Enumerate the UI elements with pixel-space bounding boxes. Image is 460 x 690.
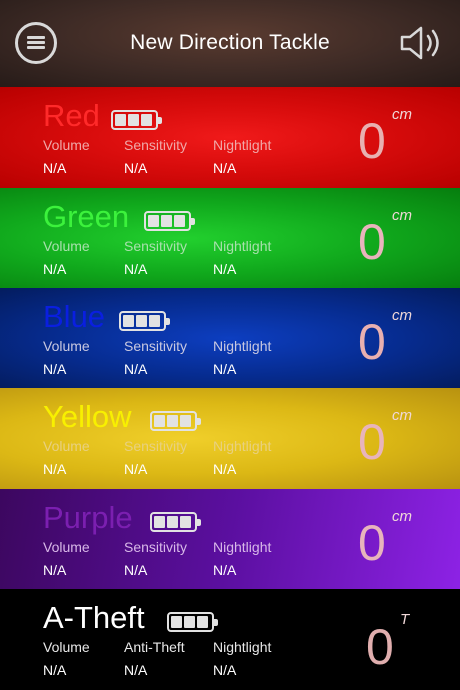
sensitivity-value: N/A: [124, 461, 148, 477]
sensitivity-label: Sensitivity: [124, 539, 188, 555]
nightlight-value: N/A: [213, 261, 237, 277]
channel-name: A-Theft: [43, 600, 145, 635]
page-title: New Direction Tackle: [130, 31, 330, 54]
distance-reading: 0: [358, 113, 386, 169]
sensitivity-value: N/A: [124, 562, 148, 578]
distance-unit: cm: [392, 207, 412, 224]
theft-reading: 0: [366, 619, 394, 675]
volume-label: Volume: [43, 338, 90, 354]
channel-name: Green: [43, 199, 130, 234]
battery-icon: [119, 311, 170, 331]
sensitivity-label: Sensitivity: [124, 338, 188, 354]
distance-unit: cm: [392, 307, 412, 324]
sensitivity-value: N/A: [124, 261, 148, 277]
volume-value: N/A: [43, 261, 67, 277]
nightlight-value: N/A: [213, 361, 237, 377]
channel-name: Blue: [43, 299, 106, 334]
app-header: New Direction Tackle: [0, 0, 460, 87]
channel-name: Yellow: [43, 399, 132, 434]
nightlight-label: Nightlight: [213, 137, 272, 153]
battery-icon: [111, 110, 162, 130]
volume-label: Volume: [43, 238, 90, 254]
battery-icon: [150, 411, 201, 431]
distance-unit: cm: [392, 508, 412, 525]
nightlight-label: Nightlight: [213, 238, 272, 254]
nightlight-label: Nightlight: [213, 539, 272, 555]
channel-row-red[interactable]: Red Volume Sensitivity Nightlight N/A N/…: [0, 87, 460, 188]
sensitivity-label: Sensitivity: [124, 438, 188, 454]
volume-value: N/A: [43, 361, 67, 377]
volume-value: N/A: [43, 160, 67, 176]
anti-theft-value: N/A: [124, 662, 148, 678]
distance-unit: cm: [392, 106, 412, 123]
nightlight-label: Nightlight: [213, 639, 272, 655]
battery-icon: [144, 211, 195, 231]
volume-label: Volume: [43, 137, 90, 153]
volume-value: N/A: [43, 562, 67, 578]
channel-name: Purple: [43, 500, 133, 535]
volume-label: Volume: [43, 539, 90, 555]
distance-unit: cm: [392, 407, 412, 424]
volume-label: Volume: [43, 639, 90, 655]
nightlight-value: N/A: [213, 461, 237, 477]
battery-icon: [167, 612, 218, 632]
nightlight-value: N/A: [213, 662, 237, 678]
distance-reading: 0: [358, 214, 386, 270]
channel-row-purple[interactable]: Purple Volume Sensitivity Nightlight N/A…: [0, 489, 460, 590]
channel-row-yellow[interactable]: Yellow Volume Sensitivity Nightlight N/A…: [0, 388, 460, 489]
volume-value: N/A: [43, 662, 67, 678]
sensitivity-label: Sensitivity: [124, 137, 188, 153]
sensitivity-value: N/A: [124, 361, 148, 377]
sensitivity-label: Sensitivity: [124, 238, 188, 254]
channel-row-blue[interactable]: Blue Volume Sensitivity Nightlight N/A N…: [0, 288, 460, 389]
battery-icon: [150, 512, 201, 532]
nightlight-value: N/A: [213, 562, 237, 578]
distance-reading: 0: [358, 414, 386, 470]
anti-theft-label: Anti-Theft: [124, 639, 185, 655]
nightlight-label: Nightlight: [213, 438, 272, 454]
theft-unit: T: [400, 611, 410, 628]
channel-row-green[interactable]: Green Volume Sensitivity Nightlight N/A …: [0, 188, 460, 289]
speaker-icon[interactable]: [400, 24, 446, 62]
distance-reading: 0: [358, 314, 386, 370]
sensitivity-value: N/A: [124, 160, 148, 176]
nightlight-label: Nightlight: [213, 338, 272, 354]
distance-reading: 0: [358, 515, 386, 571]
volume-label: Volume: [43, 438, 90, 454]
volume-value: N/A: [43, 461, 67, 477]
nightlight-value: N/A: [213, 160, 237, 176]
channel-name: Red: [43, 98, 100, 133]
channel-row-anti-theft[interactable]: A-Theft Volume Anti-Theft Nightlight N/A…: [0, 589, 460, 690]
